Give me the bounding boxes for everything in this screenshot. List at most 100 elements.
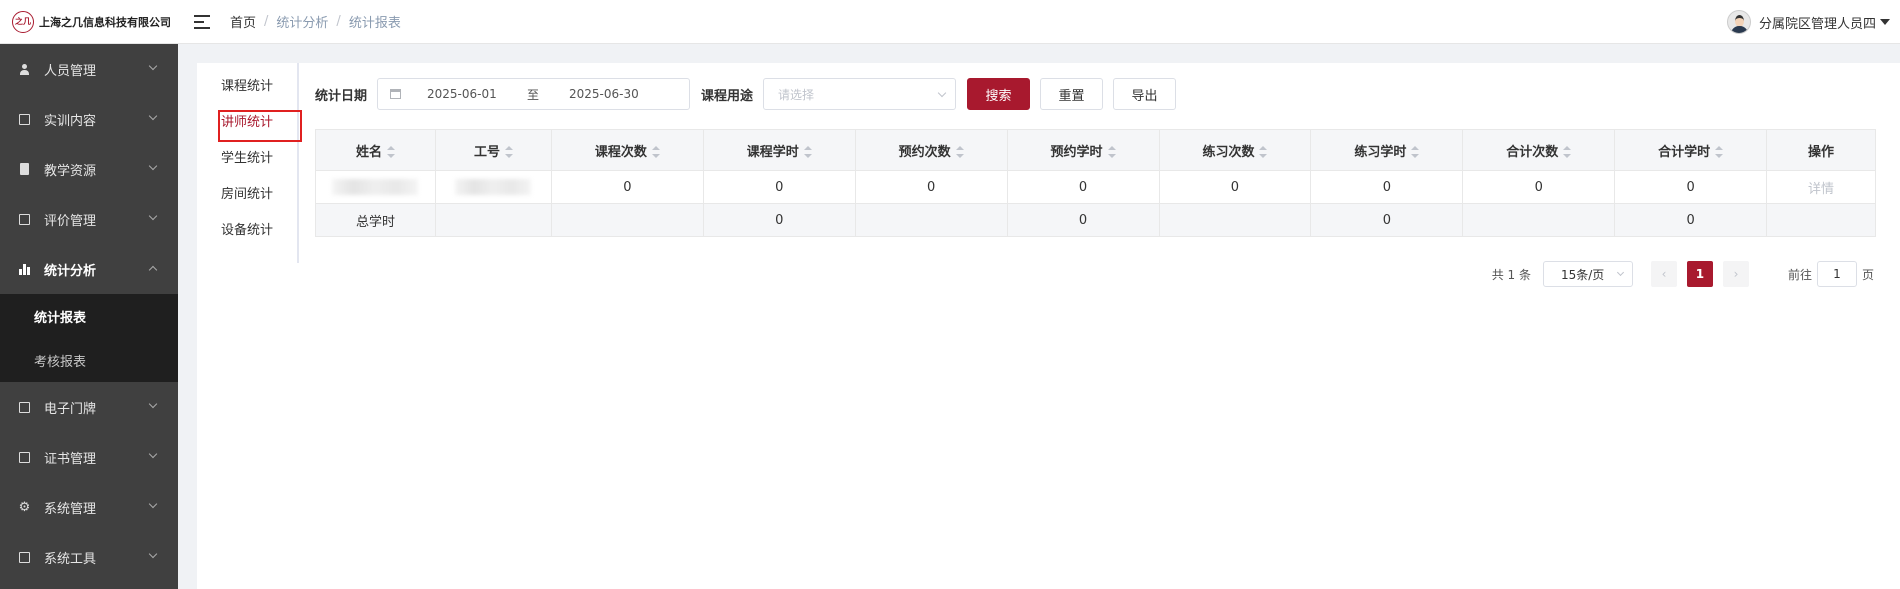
tab-room-stats[interactable]: 房间统计 [197,177,297,213]
sidebar-item-door-sign[interactable]: 电子门牌 [0,382,178,432]
table-cell: 0 [702,203,856,237]
page-number-current[interactable]: 1 [1686,261,1713,287]
sort-icon[interactable] [504,146,513,158]
employee-id-cell [434,170,552,204]
company-logo-icon: 之几 [12,10,34,33]
submenu-item-assessment-report[interactable]: 考核报表 [0,338,178,382]
sidebar-item-label: 教学资源 [44,163,97,179]
select-placeholder: 请选择 [778,87,815,102]
tab-course-stats[interactable]: 课程统计 [197,69,297,105]
logo: 之几 上海之几信息科技有限公司 [0,10,180,33]
date-start-input[interactable]: 2025-06-01 [427,87,517,101]
sidebar-item-label: 系统管理 [44,501,97,517]
image-icon [18,213,31,226]
sort-icon[interactable] [1563,146,1572,158]
statistics-submenu: 统计报表 考核报表 [0,294,178,382]
column-header[interactable]: 练习次数 [1158,129,1312,171]
chevron-down-icon [148,499,158,509]
chevron-down-icon [148,61,158,71]
sort-icon[interactable] [1259,146,1268,158]
chevron-up-icon [148,265,158,275]
table-cell: 0 [1006,203,1160,237]
chevron-down-icon [148,399,158,409]
goto-page: 前往 1 页 [1788,261,1874,287]
page-size-select[interactable]: 15条/页 [1542,261,1633,287]
tab-student-stats[interactable]: 学生统计 [197,141,297,177]
redacted-employee-id [455,179,532,195]
course-purpose-label: 课程用途 [701,88,754,104]
user-name[interactable]: 分属院区管理人员四 [1759,13,1876,32]
date-end-input[interactable]: 2025-06-30 [569,87,639,101]
table-cell: 0 [1614,203,1768,237]
column-header[interactable]: 课程次数 [550,129,704,171]
goto-suffix: 页 [1861,267,1874,282]
breadcrumb-home[interactable]: 首页 [230,12,256,31]
table-cell [854,203,1008,237]
reset-button[interactable]: 重置 [1040,78,1104,110]
name-cell [315,170,436,204]
column-header[interactable]: 练习学时 [1310,129,1464,171]
column-header[interactable]: 工号 [434,129,552,171]
chevron-down-icon [1616,268,1625,277]
company-name: 上海之几信息科技有限公司 [39,15,171,29]
book-icon [18,163,31,176]
column-header[interactable]: 预约次数 [854,129,1008,171]
prev-page-button[interactable]: ‹ [1650,261,1677,287]
instructor-stats-table: 姓名 工号 课程次数 课程学时 预约次数 预约学时 练习次数 练习学时 合计次数… [315,129,1876,237]
submenu-item-stats-report[interactable]: 统计报表 [0,294,178,338]
sidebar-item-system-management[interactable]: ⚙ 系统管理 [0,482,178,532]
sidebar-item-label: 统计分析 [44,263,97,279]
sidebar-item-training-content[interactable]: 实训内容 [0,94,178,144]
sidebar-item-label: 实训内容 [44,113,97,129]
sort-icon[interactable] [651,146,660,158]
chevron-down-icon [148,549,158,559]
column-header[interactable]: 合计次数 [1462,129,1616,171]
sort-icon[interactable] [1411,146,1420,158]
pagination: 共 1 条 15条/页 ‹ 1 › 前往 1 页 [1492,261,1874,287]
sidebar-item-statistics[interactable]: 统计分析 [0,244,178,294]
column-header[interactable]: 合计学时 [1614,129,1768,171]
table-cell: 0 [1310,203,1464,237]
search-button[interactable]: 搜索 [967,78,1031,110]
table-cell [434,203,552,237]
tab-instructor-stats[interactable]: 讲师统计 [197,105,302,142]
column-header[interactable]: 课程学时 [702,129,856,171]
table-cell [550,203,704,237]
detail-link[interactable]: 详情 [1808,182,1834,197]
user-menu[interactable]: 分属院区管理人员四 [1726,10,1890,34]
briefcase-icon [18,451,31,464]
sort-icon[interactable] [803,146,812,158]
sort-icon[interactable] [1715,146,1724,158]
sort-icon[interactable] [955,146,964,158]
filter-bar: 统计日期 2025-06-01 至 2025-06-30 课程用途 请选择 搜索… [315,78,1177,110]
date-range-picker[interactable]: 2025-06-01 至 2025-06-30 [377,78,691,110]
goto-prefix: 前往 [1787,267,1812,282]
sidebar-item-certificates[interactable]: 证书管理 [0,432,178,482]
next-page-button[interactable]: › [1722,261,1749,287]
sidebar-item-label: 电子门牌 [44,401,97,417]
sidebar-item-system-tools[interactable]: 系统工具 [0,532,178,582]
sidebar-item-evaluation[interactable]: 评价管理 [0,194,178,244]
sidebar: 人员管理 实训内容 教学资源 评价管理 统计分析 统计报表 考核报表 电子门牌 … [0,44,178,589]
breadcrumb-separator: / [336,14,341,29]
sort-icon[interactable] [1107,146,1116,158]
total-row: 总学时 0 0 0 0 [315,203,1876,237]
column-header[interactable]: 姓名 [315,129,436,171]
export-button[interactable]: 导出 [1113,78,1177,110]
sort-icon[interactable] [386,146,395,158]
chevron-down-icon [148,111,158,121]
sidebar-item-label: 系统工具 [44,551,97,567]
chevron-down-icon [937,88,947,98]
goto-page-input[interactable]: 1 [1816,261,1857,287]
chevron-down-icon [148,449,158,459]
menu-toggle-icon[interactable] [194,14,210,29]
avatar[interactable] [1726,10,1751,34]
caret-down-icon[interactable] [1880,19,1890,25]
sidebar-item-personnel[interactable]: 人员管理 [0,44,178,94]
column-header[interactable]: 预约学时 [1006,129,1160,171]
course-purpose-select[interactable]: 请选择 [763,78,957,110]
chevron-down-icon [148,211,158,221]
table-cell: 0 [1462,170,1616,204]
sidebar-item-teaching-resources[interactable]: 教学资源 [0,144,178,194]
tab-device-stats[interactable]: 设备统计 [197,213,297,249]
